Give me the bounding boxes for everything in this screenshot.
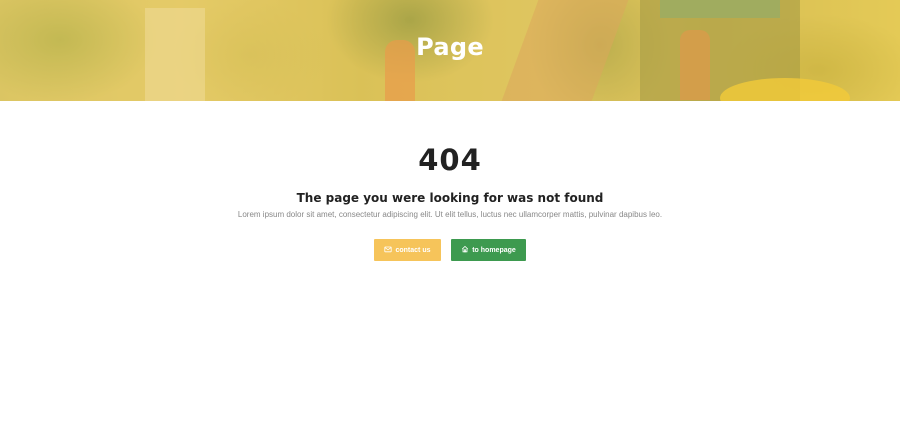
page-title: Page [416, 33, 484, 61]
homepage-label: to homepage [472, 246, 516, 254]
contact-us-button[interactable]: contact us [374, 239, 441, 261]
error-content: 404 The page you were looking for was no… [0, 141, 900, 261]
envelope-icon [384, 245, 393, 255]
error-code: 404 [418, 143, 482, 177]
contact-us-label: contact us [395, 246, 431, 254]
homepage-button[interactable]: to homepage [451, 239, 526, 261]
page-header-banner: Page [0, 0, 900, 101]
home-icon [461, 245, 469, 255]
error-headline: The page you were looking for was not fo… [296, 191, 604, 205]
error-description: Lorem ipsum dolor sit amet, consectetur … [237, 210, 663, 219]
action-buttons: contact us to homepage [0, 239, 900, 261]
